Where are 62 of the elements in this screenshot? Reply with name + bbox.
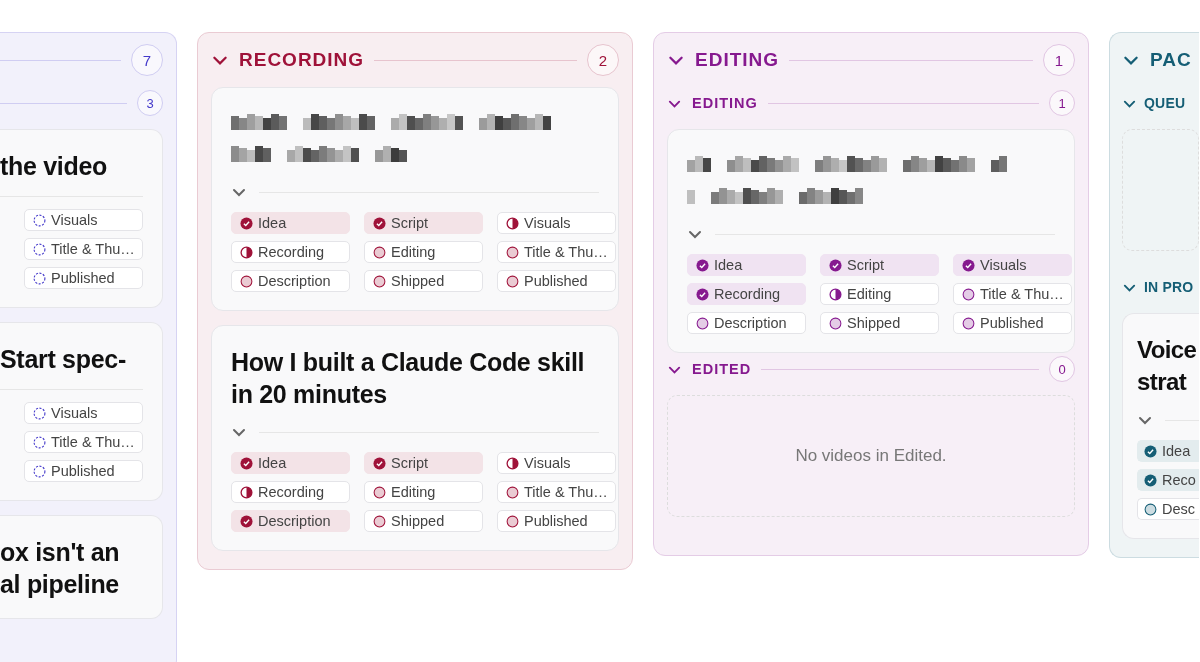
status-pill[interactable]: Shipped [364,510,483,532]
count-badge: 1 [1043,44,1075,76]
status-pill[interactable]: Idea [687,254,806,276]
status-pill[interactable]: Description [687,312,806,334]
column-title: RECORDING [239,49,365,71]
status-pill[interactable]: Description [231,510,350,532]
group-title: QUEU [1144,95,1186,111]
status-pill[interactable]: Desc [1137,498,1199,520]
status-pill[interactable]: Visuals [24,209,143,231]
status-pill[interactable]: Recording [687,283,806,305]
status-pill[interactable]: Title & Thu… [24,238,143,260]
status-pill[interactable]: Published [24,267,143,289]
status-pill[interactable]: Title & Thu… [497,241,616,263]
status-pill[interactable]: Script [820,254,939,276]
status-pill[interactable]: Published [953,312,1072,334]
status-pill[interactable]: Shipped [820,312,939,334]
status-pill[interactable]: Recording [231,481,350,503]
group-title: IN PRO [1144,279,1194,295]
video-title: How I built a Claude Code skill in 20 minutes [231,347,586,410]
status-pill[interactable]: Script [364,212,483,234]
video-title: ox isn't an al pipeline [0,537,121,600]
status-pill[interactable]: Visuals [497,452,616,474]
status-pill[interactable]: Description [231,270,350,292]
group-title: EDITING [692,95,758,111]
column-title: PAC [1150,49,1192,71]
video-card[interactable]: Idea Script Visuals Recording Editing Title & Thu… Description Shipped Published [211,87,619,311]
status-pill[interactable]: Recording [231,241,350,263]
status-pill[interactable]: Editing [364,481,483,503]
video-card[interactable]: Idea Script Visuals Recording Editing Title & Thu… Description Shipped Published [667,129,1075,353]
status-pill[interactable]: Editing [820,283,939,305]
column-title: EDITING [695,49,780,71]
group-title: EDITED [692,361,752,377]
status-pill[interactable]: Title & Thu… [24,431,143,453]
status-pill[interactable]: Visuals [24,402,143,424]
status-pill[interactable]: Visuals [497,212,616,234]
video-title: the video [0,151,109,182]
video-card[interactable]: the video Visuals Title & Thu… Published [0,129,163,308]
status-pill[interactable]: Title & Thu… [953,283,1072,305]
count-badge: 0 [1049,356,1075,382]
status-pill[interactable]: Editing [364,241,483,263]
count-badge: 3 [137,90,163,116]
video-card[interactable]: ox isn't an al pipeline [0,515,163,619]
status-pill[interactable]: Shipped [364,270,483,292]
count-badge: 2 [587,44,619,76]
status-pill[interactable]: Published [497,510,616,532]
video-card[interactable]: How I built a Claude Code skill in 20 minutes Idea Script Visuals Recording Editing Title & Thu… Description Shipped Published [211,325,619,551]
status-pill[interactable]: Title & Thu… [497,481,616,503]
status-pill[interactable]: Idea [231,212,350,234]
status-pill[interactable]: Published [24,460,143,482]
status-pill[interactable]: Idea [1137,440,1199,462]
status-pill[interactable]: Script [364,452,483,474]
status-pill[interactable]: Published [497,270,616,292]
video-title: Start spec- [0,344,127,375]
status-pill[interactable]: Idea [231,452,350,474]
status-pill[interactable]: Visuals [953,254,1072,276]
count-badge: 7 [131,44,163,76]
video-card[interactable]: Voice strat Idea Reco Desc [1122,313,1199,539]
status-pill[interactable]: Reco [1137,469,1199,491]
video-card[interactable]: Start spec- Visuals Title & Thu… Published [0,322,163,501]
count-badge: 1 [1049,90,1075,116]
video-title: Voice strat [1137,335,1198,397]
empty-message: No videos in Edited. [795,446,947,466]
